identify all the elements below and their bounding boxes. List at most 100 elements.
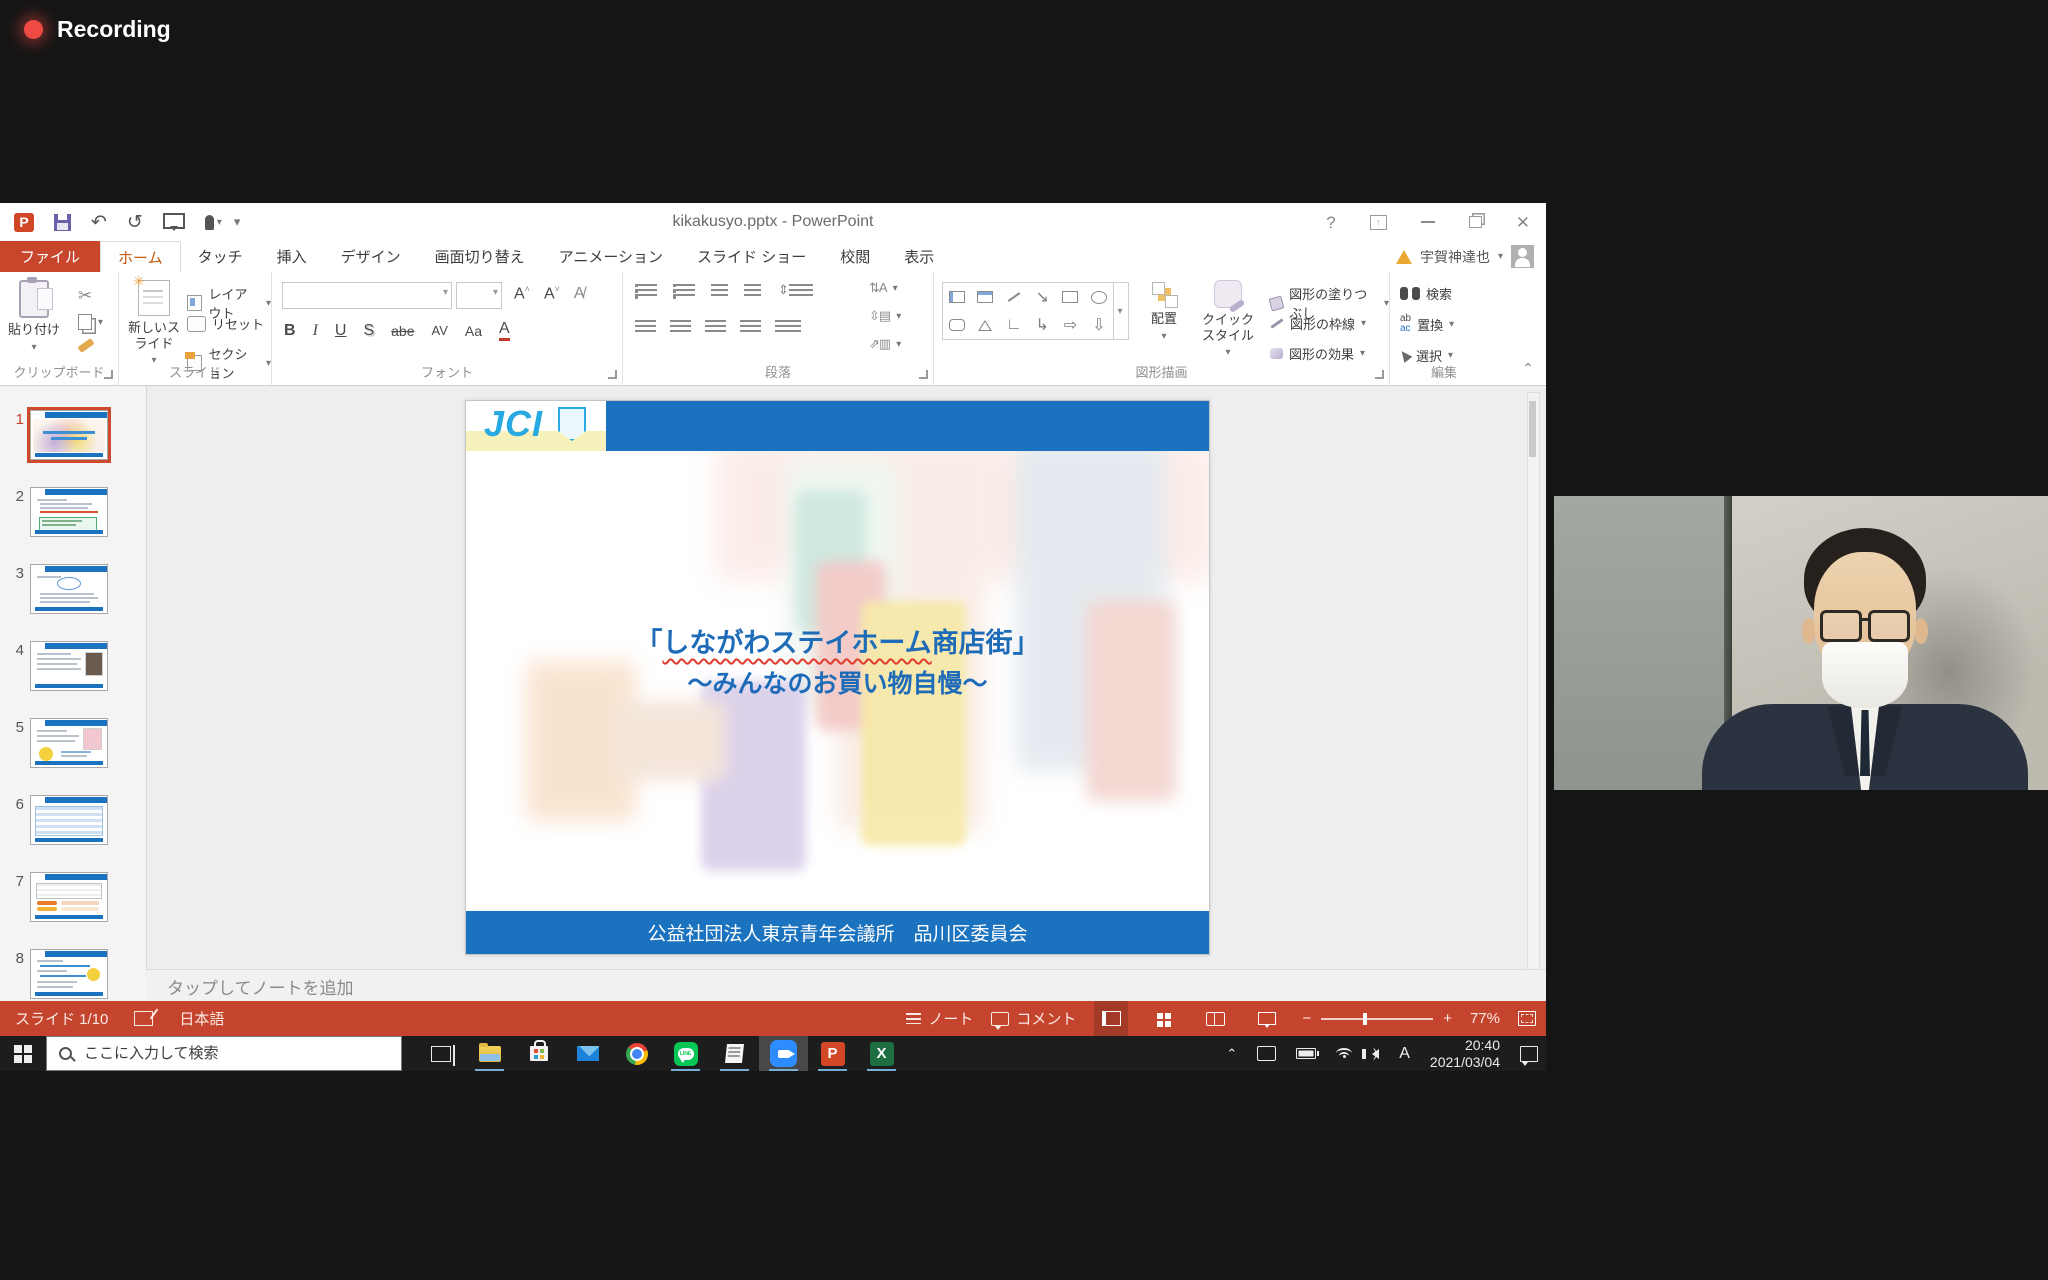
- tab-home[interactable]: ホーム: [100, 241, 181, 272]
- microsoft-store-button[interactable]: [514, 1036, 563, 1071]
- rectangle-shape-icon[interactable]: [1056, 283, 1084, 311]
- action-center-icon[interactable]: [1520, 1046, 1538, 1062]
- new-slide-button[interactable]: 新しいスライド ▾: [125, 280, 183, 367]
- shape-effects-button[interactable]: 図形の効果▾: [1270, 344, 1365, 363]
- shrink-font-button[interactable]: A: [544, 284, 560, 303]
- slide-thumbnail-1[interactable]: 1: [8, 410, 108, 460]
- italic-button[interactable]: I: [313, 322, 318, 340]
- tab-file[interactable]: ファイル: [0, 241, 100, 272]
- format-painter-button[interactable]: [78, 342, 94, 349]
- tab-transitions[interactable]: 画面切り替え: [418, 241, 542, 272]
- bold-button[interactable]: B: [284, 322, 296, 340]
- arrange-button[interactable]: 配置▾: [1138, 282, 1190, 343]
- line-button[interactable]: LINE: [661, 1036, 710, 1071]
- tab-view[interactable]: 表示: [887, 241, 951, 272]
- underline-button[interactable]: U: [335, 322, 347, 340]
- notes-bar[interactable]: タップしてノートを追加: [146, 969, 1546, 1002]
- arrow-shape-icon[interactable]: ↘: [1028, 283, 1056, 311]
- start-button[interactable]: [0, 1036, 46, 1071]
- spellcheck-icon[interactable]: [134, 1011, 153, 1026]
- align-text-button[interactable]: ⇳▤▾: [869, 308, 901, 324]
- account-area[interactable]: 宇賀神達也 ▾: [1396, 241, 1534, 272]
- mail-button[interactable]: [563, 1036, 612, 1071]
- tray-expand-icon[interactable]: ⌃: [1226, 1046, 1237, 1062]
- clear-formatting-button[interactable]: A̸: [574, 285, 585, 303]
- cut-button[interactable]: ✂: [78, 286, 92, 306]
- font-color-button[interactable]: A: [499, 320, 510, 341]
- customize-qat-icon[interactable]: ▾: [234, 214, 241, 230]
- font-dialog-launcher[interactable]: [608, 370, 617, 379]
- restore-icon[interactable]: [1469, 216, 1482, 228]
- speaker-icon[interactable]: [1372, 1049, 1379, 1059]
- zoom-slider[interactable]: [1321, 1018, 1433, 1020]
- zoom-out-button[interactable]: −: [1302, 1010, 1311, 1027]
- search-input[interactable]: [82, 1044, 336, 1063]
- slide-thumbnail-pane[interactable]: 1 2: [0, 386, 147, 1001]
- clipboard-dialog-launcher[interactable]: [104, 370, 113, 379]
- triangle-shape-icon[interactable]: [971, 311, 999, 339]
- close-icon[interactable]: ✕: [1516, 214, 1530, 231]
- line-spacing-button[interactable]: [789, 284, 813, 299]
- zoom-in-button[interactable]: +: [1443, 1010, 1452, 1027]
- shape-gallery[interactable]: ↘ ∟ ↳ ⇨ ⇩: [942, 282, 1114, 340]
- file-explorer-button[interactable]: [465, 1036, 514, 1071]
- battery-icon[interactable]: [1296, 1048, 1316, 1059]
- normal-view-button[interactable]: [1094, 1001, 1128, 1036]
- start-presentation-icon[interactable]: [163, 213, 185, 229]
- tab-slideshow[interactable]: スライド ショー: [680, 241, 823, 272]
- powerpoint-logo-icon[interactable]: P: [14, 213, 34, 232]
- decrease-indent-button[interactable]: [711, 284, 728, 299]
- task-view-button[interactable]: [416, 1036, 465, 1071]
- help-icon[interactable]: ?: [1326, 214, 1335, 231]
- tablet-mode-icon[interactable]: [1257, 1046, 1276, 1061]
- align-left-button[interactable]: [635, 320, 656, 335]
- reading-view-button[interactable]: [1198, 1001, 1232, 1036]
- character-spacing-button[interactable]: AV: [431, 323, 447, 338]
- save-icon[interactable]: [54, 214, 71, 231]
- rounded-rectangle-shape-icon[interactable]: [943, 311, 971, 339]
- copy-button[interactable]: ▾: [78, 314, 103, 330]
- undo-icon[interactable]: ↶: [91, 213, 107, 232]
- vertical-textbox-shape-icon[interactable]: [971, 283, 999, 311]
- tab-touch[interactable]: タッチ: [181, 241, 260, 272]
- slide-subtitle[interactable]: ～みんなのお買い物自慢～: [466, 664, 1209, 700]
- slide-thumbnail-7[interactable]: 7: [8, 872, 108, 922]
- tab-review[interactable]: 校閲: [823, 241, 887, 272]
- tab-insert[interactable]: 挿入: [260, 241, 324, 272]
- tab-design[interactable]: デザイン: [324, 241, 418, 272]
- zoom-level[interactable]: 77%: [1470, 1010, 1500, 1027]
- vertical-scrollbar[interactable]: [1527, 392, 1540, 995]
- wifi-icon[interactable]: [1336, 1048, 1352, 1059]
- align-right-button[interactable]: [705, 320, 726, 335]
- slide-thumbnail-2[interactable]: 2: [8, 487, 108, 537]
- slide-thumbnail-8[interactable]: 8: [8, 949, 108, 999]
- text-direction-button[interactable]: ⇅A▾: [869, 280, 898, 296]
- paragraph-dialog-launcher[interactable]: [919, 370, 928, 379]
- taskbar-clock[interactable]: 20:40 2021/03/04: [1430, 1037, 1500, 1071]
- grow-font-button[interactable]: A: [514, 284, 530, 303]
- chrome-button[interactable]: [612, 1036, 661, 1071]
- find-button[interactable]: 検索: [1400, 284, 1452, 303]
- zoom-slider-thumb[interactable]: [1363, 1013, 1367, 1025]
- notes-toggle[interactable]: ノート: [906, 1008, 973, 1029]
- avatar[interactable]: [1511, 245, 1534, 268]
- slide-sorter-view-button[interactable]: [1146, 1001, 1180, 1036]
- oval-shape-icon[interactable]: [1085, 283, 1113, 311]
- reset-button[interactable]: リセット: [187, 314, 264, 333]
- slide-editing-area[interactable]: JCI 「しながわステイホーム商店街」 ～みんなのお買い物自慢～ 公益社団法人東…: [146, 386, 1546, 1001]
- slide-thumbnail-5[interactable]: 5: [8, 718, 108, 768]
- slide-thumbnail-3[interactable]: 3: [8, 564, 108, 614]
- scrollbar-thumb[interactable]: [1529, 401, 1536, 457]
- elbow-connector-shape-icon[interactable]: ∟: [1000, 311, 1028, 339]
- paste-button[interactable]: 貼り付け ▾: [8, 280, 60, 354]
- zoom-app-button[interactable]: [759, 1036, 808, 1071]
- elbow-arrow-shape-icon[interactable]: ↳: [1028, 311, 1056, 339]
- increase-indent-button[interactable]: [744, 284, 761, 299]
- slide-thumbnail-4[interactable]: 4: [8, 641, 108, 691]
- right-arrow-shape-icon[interactable]: ⇨: [1056, 311, 1084, 339]
- powerpoint-button[interactable]: P: [808, 1036, 857, 1071]
- notepad-button[interactable]: [710, 1036, 759, 1071]
- touch-mode-icon[interactable]: [205, 215, 214, 230]
- strikethrough-button[interactable]: abe: [391, 323, 414, 339]
- slide-thumbnail-6[interactable]: 6: [8, 795, 108, 845]
